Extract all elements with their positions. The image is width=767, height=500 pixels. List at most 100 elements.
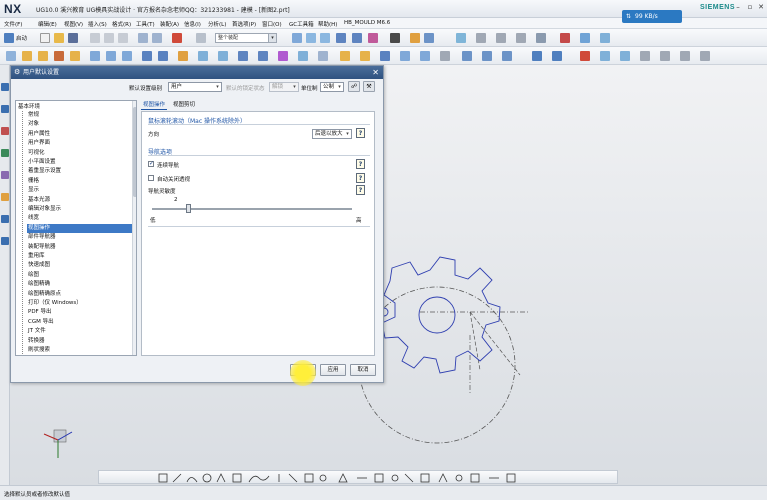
tree-item[interactable]: 装配导航器 bbox=[27, 243, 136, 252]
delete-face-icon[interactable] bbox=[380, 51, 390, 61]
curve-icon[interactable] bbox=[462, 51, 472, 61]
reuse-library-icon[interactable] bbox=[1, 149, 9, 157]
tree-item[interactable]: 重用库 bbox=[27, 252, 136, 261]
command-finder-icon[interactable] bbox=[172, 33, 182, 43]
help-icon[interactable]: ? bbox=[356, 185, 365, 195]
move-face-icon[interactable] bbox=[340, 51, 350, 61]
analysis-icon[interactable] bbox=[476, 33, 486, 43]
arc-icon[interactable] bbox=[600, 51, 610, 61]
cancel-button[interactable]: 取消 bbox=[350, 364, 376, 376]
tree-item[interactable]: 快速成图 bbox=[27, 261, 136, 270]
menu-insert[interactable]: 插入(S) bbox=[88, 20, 107, 28]
apply-button[interactable]: 应用 bbox=[320, 364, 346, 376]
menu-analysis[interactable]: 分析(L) bbox=[208, 20, 226, 28]
part-navigator-icon[interactable] bbox=[1, 83, 9, 91]
find-default-icon[interactable]: ☍ bbox=[348, 81, 360, 92]
help-icon[interactable]: ? bbox=[356, 159, 365, 169]
tree-item[interactable]: 基本光源 bbox=[27, 196, 136, 205]
draft-icon[interactable] bbox=[198, 51, 208, 61]
close-icon[interactable]: ✕ bbox=[372, 66, 379, 79]
roles-icon[interactable] bbox=[1, 237, 9, 245]
tree-scroll-thumb[interactable] bbox=[133, 107, 136, 197]
tree-item[interactable]: 绘图 bbox=[27, 271, 136, 280]
start-icon[interactable] bbox=[4, 33, 14, 43]
maximize-button[interactable]: ▫ bbox=[745, 3, 755, 11]
menu-window[interactable]: 窗口(O) bbox=[262, 20, 282, 28]
block-icon[interactable] bbox=[22, 51, 32, 61]
cone-icon[interactable] bbox=[54, 51, 64, 61]
history-icon[interactable] bbox=[1, 171, 9, 179]
ok-button[interactable]: 确定 bbox=[290, 364, 316, 376]
tree-item[interactable]: 打印（仅 Windows） bbox=[27, 299, 136, 308]
palette-icon[interactable] bbox=[1, 215, 9, 223]
offset-curve-icon[interactable] bbox=[502, 51, 512, 61]
help-icon[interactable]: ? bbox=[356, 173, 365, 183]
units-dropdown[interactable]: 公制 ▾ bbox=[320, 82, 344, 92]
tree-item[interactable]: 小平面设置 bbox=[27, 158, 136, 167]
chamfer-icon[interactable] bbox=[158, 51, 168, 61]
csys-icon[interactable] bbox=[536, 33, 546, 43]
tree-item[interactable]: 刷状搜索 bbox=[27, 346, 136, 355]
unite-icon[interactable] bbox=[90, 51, 100, 61]
display-icon[interactable] bbox=[368, 33, 378, 43]
tree-item[interactable]: 着重显示设置 bbox=[27, 167, 136, 176]
tree-item[interactable]: CGM 导出 bbox=[27, 318, 136, 327]
dialog-title-bar[interactable]: ⚙ 用户默认设置 ✕ bbox=[11, 66, 383, 79]
menu-edit[interactable]: 编辑(E) bbox=[38, 20, 57, 28]
offset-face-icon[interactable] bbox=[218, 51, 228, 61]
sew-icon[interactable] bbox=[420, 51, 430, 61]
help-icon[interactable]: ? bbox=[356, 128, 365, 138]
constraint-navigator-icon[interactable] bbox=[1, 127, 9, 135]
fillet-icon[interactable] bbox=[680, 51, 690, 61]
cylinder-icon[interactable] bbox=[38, 51, 48, 61]
view-orient-icon[interactable] bbox=[352, 33, 362, 43]
web-browser-icon[interactable] bbox=[1, 193, 9, 201]
menu-file[interactable]: 文件(F) bbox=[4, 20, 22, 28]
selection-filter-icon[interactable] bbox=[196, 33, 206, 43]
new-file-icon[interactable] bbox=[40, 33, 50, 43]
project-curve-icon[interactable] bbox=[482, 51, 492, 61]
undo-icon[interactable] bbox=[138, 33, 148, 43]
revolve-icon[interactable] bbox=[600, 33, 610, 43]
thicken-icon[interactable] bbox=[440, 51, 450, 61]
auto-perspective-checkbox[interactable] bbox=[148, 175, 154, 181]
start-menu-label[interactable]: 启动 bbox=[16, 34, 27, 42]
menu-assembly[interactable]: 装配(A) bbox=[160, 20, 179, 28]
tree-item[interactable]: 绘图精确原点 bbox=[27, 290, 136, 299]
trim-body-icon[interactable] bbox=[238, 51, 248, 61]
menu-help[interactable]: 帮助(H) bbox=[318, 20, 337, 28]
redo-icon[interactable] bbox=[152, 33, 162, 43]
minimize-button[interactable]: – bbox=[733, 3, 743, 11]
close-window-button[interactable]: ✕ bbox=[756, 3, 766, 11]
move-object-icon[interactable] bbox=[532, 51, 542, 61]
split-body-icon[interactable] bbox=[258, 51, 268, 61]
tree-item[interactable]: 栅格 bbox=[27, 177, 136, 186]
line-icon[interactable] bbox=[580, 51, 590, 61]
tree-item[interactable]: PDF 导出 bbox=[27, 308, 136, 317]
tree-item[interactable]: 显示 bbox=[27, 186, 136, 195]
zoom-icon[interactable] bbox=[306, 33, 316, 43]
mould-tool-icon[interactable] bbox=[6, 51, 16, 61]
open-folder-icon[interactable] bbox=[54, 33, 64, 43]
surface-icon[interactable] bbox=[400, 51, 410, 61]
fit-view-icon[interactable] bbox=[292, 33, 302, 43]
selection-filter-dropdown[interactable]: 整个装配 ▾ bbox=[215, 33, 277, 43]
transform-icon[interactable] bbox=[552, 51, 562, 61]
sensitivity-slider-track[interactable] bbox=[152, 208, 352, 210]
tree-item[interactable]: 线宽 bbox=[27, 214, 136, 223]
trim-curve-icon[interactable] bbox=[640, 51, 650, 61]
subtract-icon[interactable] bbox=[106, 51, 116, 61]
menu-view[interactable]: 视图(V) bbox=[64, 20, 83, 28]
hole-icon[interactable] bbox=[318, 51, 328, 61]
point-icon[interactable] bbox=[516, 33, 526, 43]
continuous-nav-checkbox[interactable] bbox=[148, 160, 154, 167]
assembly-navigator-icon[interactable] bbox=[1, 105, 9, 113]
tree-item[interactable]: JT 文件 bbox=[27, 327, 136, 336]
sketch-icon[interactable] bbox=[560, 33, 570, 43]
layer-icon[interactable] bbox=[390, 33, 400, 43]
extrude-icon[interactable] bbox=[580, 33, 590, 43]
tab-view-operation[interactable]: 视图操作 bbox=[141, 100, 168, 110]
tree-item[interactable]: 绘图精确 bbox=[27, 280, 136, 289]
replace-face-icon[interactable] bbox=[360, 51, 370, 61]
snap-icon[interactable] bbox=[424, 33, 434, 43]
